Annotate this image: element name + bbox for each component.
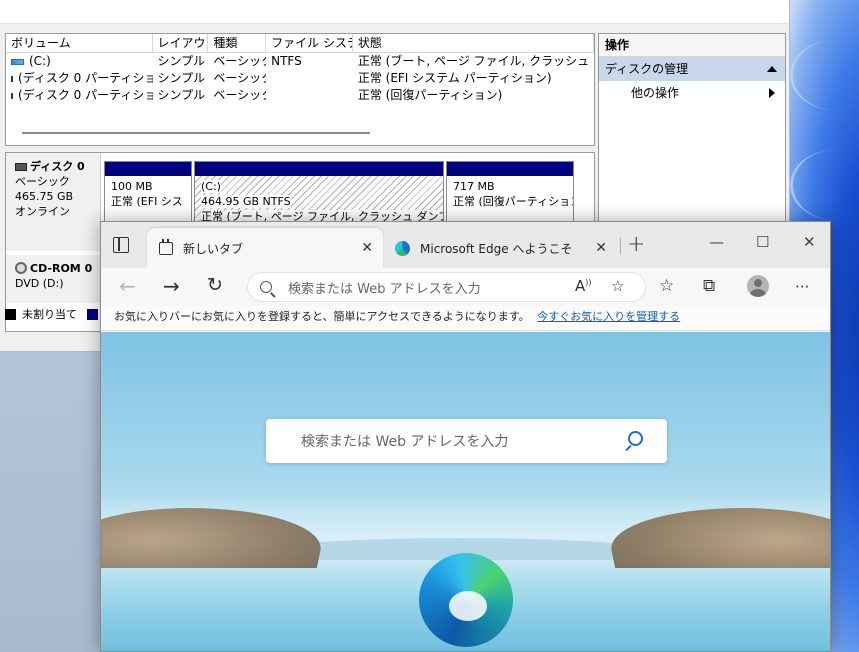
column-header-status[interactable]: 状態 — [353, 34, 594, 52]
volume-type: ベーシック — [213, 54, 266, 68]
legend: 未割り当て — [5, 306, 98, 322]
tab-actions-icon[interactable] — [113, 237, 129, 253]
maximize-button[interactable]: ☐ — [756, 233, 769, 251]
new-tab-icon — [159, 238, 173, 255]
tab-strip: 新しいタブ ✕ Microsoft Edge へようこそ ✕ + — ☐ ✕ — [101, 222, 830, 268]
volume-list-header: ボリューム レイアウト 種類 ファイル システム 状態 — [6, 34, 594, 53]
browser-toolbar: ← → ↻ 検索または Web アドレスを入力 A)) ☆ ☆ ⧉ ··· — [101, 268, 830, 306]
volume-row[interactable]: (C:) シンプル ベーシック NTFS 正常 (ブート, ページ ファイル, … — [6, 53, 594, 70]
forward-button[interactable]: → — [163, 274, 180, 298]
refresh-button[interactable]: ↻ — [207, 274, 223, 296]
volume-status: 正常 (EFI システム パーティション) — [357, 71, 552, 85]
volume-row[interactable]: (ディスク 0 パーティション 1) シンプル ベーシック 正常 (EFI シス… — [6, 70, 594, 87]
volume-layout: シンプル — [157, 54, 206, 68]
volume-type: ベーシック — [213, 71, 266, 85]
disk-type: ベーシック — [15, 175, 70, 188]
tab-label: 新しいタブ — [183, 241, 244, 256]
toolbar-area — [0, 0, 789, 24]
close-tab-icon[interactable]: ✕ — [595, 240, 607, 256]
new-tab-button[interactable]: + — [627, 232, 645, 257]
ntp-search-placeholder: 検索または Web アドレスを入力 — [301, 434, 509, 450]
volume-name: (ディスク 0 パーティション 4) — [18, 88, 153, 102]
volume-fs — [266, 87, 353, 104]
actions-pane: 操作 ディスクの管理 他の操作 — [598, 33, 786, 233]
partition-status: 正常 (EFI シス — [111, 195, 183, 208]
disk-name: ディスク 0 — [30, 160, 85, 173]
column-header-volume[interactable]: ボリューム — [6, 34, 153, 52]
partition-bar — [447, 162, 573, 176]
collections-icon[interactable]: ⧉ — [703, 276, 715, 296]
volume-row[interactable]: (ディスク 0 パーティション 4) シンプル ベーシック 正常 (回復パーティ… — [6, 87, 594, 104]
partition-size: 464.95 GB NTFS — [201, 195, 291, 208]
close-window-button[interactable]: ✕ — [803, 233, 816, 251]
favorites-bar: お気に入りバーにお気に入りを登録すると、簡単にアクセスできるようになります。 今… — [101, 306, 830, 331]
volume-icon — [11, 75, 13, 82]
add-favorite-icon[interactable]: ☆ — [611, 277, 624, 295]
volume-type: ベーシック — [213, 88, 266, 102]
collapse-icon[interactable] — [767, 66, 777, 72]
tab-separator — [620, 238, 621, 254]
cdrom-icon — [15, 262, 27, 274]
search-icon — [260, 281, 272, 293]
favorites-bar-message: お気に入りバーにお気に入りを登録すると、簡単にアクセスできるようになります。 — [114, 310, 530, 323]
edge-logo-icon — [419, 553, 513, 647]
column-header-filesystem[interactable]: ファイル システム — [266, 34, 353, 52]
tab-new-tab[interactable]: 新しいタブ ✕ — [147, 228, 383, 268]
volume-icon — [11, 92, 13, 99]
partition-status: 正常 (回復パーティション — [453, 195, 573, 208]
volume-name: (C:) — [29, 54, 51, 68]
actions-disk-management[interactable]: ディスクの管理 — [599, 57, 785, 81]
actions-more[interactable]: 他の操作 — [599, 81, 785, 105]
settings-more-icon[interactable]: ··· — [795, 278, 809, 296]
actions-selected-label: ディスクの管理 — [605, 62, 689, 76]
volume-list[interactable]: ボリューム レイアウト 種類 ファイル システム 状態 (C:) シンプル ベー… — [5, 33, 595, 146]
manage-favorites-link[interactable]: 今すぐお気に入りを管理する — [537, 310, 680, 323]
back-button[interactable]: ← — [119, 274, 136, 298]
volume-layout: シンプル — [157, 88, 206, 102]
volume-icon — [11, 58, 24, 65]
minimize-button[interactable]: — — [709, 233, 724, 251]
partition-size: 100 MB — [111, 180, 153, 193]
address-placeholder: 検索または Web アドレスを入力 — [288, 281, 481, 297]
favorites-icon[interactable]: ☆ — [659, 276, 674, 296]
profile-avatar[interactable] — [747, 275, 769, 297]
submenu-arrow-icon — [769, 88, 775, 98]
volume-status: 正常 (回復パーティション) — [357, 88, 503, 102]
volume-layout: シンプル — [157, 71, 206, 85]
column-header-type[interactable]: 種類 — [208, 34, 267, 52]
volume-fs — [266, 70, 353, 87]
unallocated-swatch — [5, 308, 16, 320]
cdrom-name: CD-ROM 0 — [30, 262, 93, 275]
volume-name: (ディスク 0 パーティション 1) — [18, 71, 153, 85]
read-aloud-icon[interactable]: A)) — [575, 277, 592, 295]
partition-bar — [195, 162, 443, 176]
actions-more-label: 他の操作 — [631, 86, 680, 100]
primary-swatch — [87, 308, 98, 320]
close-tab-icon[interactable]: ✕ — [361, 240, 373, 256]
volume-fs: NTFS — [271, 54, 302, 68]
search-icon[interactable] — [628, 431, 643, 446]
actions-header: 操作 — [599, 34, 785, 57]
disk-icon — [15, 163, 27, 171]
disk-size: 465.75 GB — [15, 190, 74, 203]
disk-state: オンライン — [15, 205, 70, 218]
cdrom-info[interactable]: CD-ROM 0 DVD (D:) — [6, 255, 101, 303]
new-tab-page: 検索または Web アドレスを入力 — [101, 332, 830, 651]
edge-window: 新しいタブ ✕ Microsoft Edge へようこそ ✕ + — ☐ ✕ ←… — [100, 221, 831, 652]
legend-unallocated: 未割り当て — [22, 308, 77, 321]
partition-size: 717 MB — [453, 180, 495, 193]
edge-favicon-icon — [395, 240, 410, 256]
horizontal-scrollbar[interactable] — [22, 132, 370, 134]
partition-bar — [105, 162, 191, 176]
column-header-layout[interactable]: レイアウト — [153, 34, 209, 52]
partition-label: (C:) — [201, 180, 221, 193]
tab-edge-welcome[interactable]: Microsoft Edge へようこそ ✕ — [383, 228, 615, 268]
ntp-search-box[interactable]: 検索または Web アドレスを入力 — [266, 419, 667, 463]
tab-label: Microsoft Edge へようこそ — [420, 241, 573, 256]
cdrom-type: DVD (D:) — [15, 277, 64, 290]
disk-0-info[interactable]: ディスク 0 ベーシック 465.75 GB オンライン — [6, 153, 101, 251]
volume-status: 正常 (ブート, ページ ファイル, クラッシュ ダンプ, ベーシ — [357, 54, 594, 68]
